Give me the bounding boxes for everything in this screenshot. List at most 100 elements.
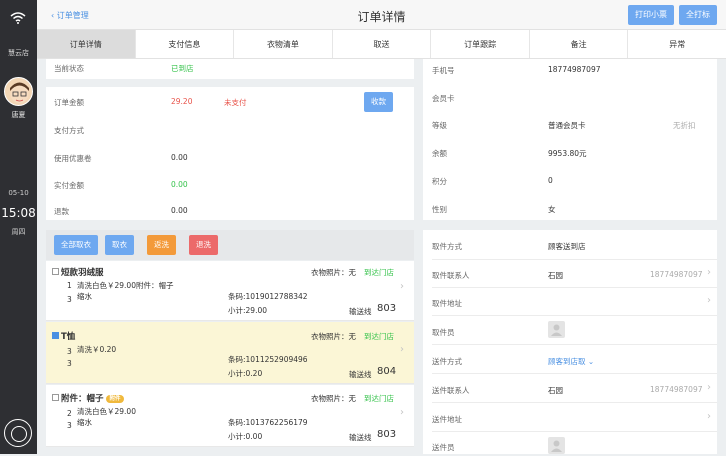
print-all-button[interactable]: 全打标 <box>679 5 717 25</box>
chevron-down-icon: ⌄ <box>587 357 595 366</box>
clothing-item[interactable]: T恤 衣物照片：无 到达门店 3 3 清洗￥0.20 条码:1011252909… <box>46 322 414 384</box>
item-qty-top: 2 <box>67 409 72 418</box>
item-photo: 衣物照片：无 <box>311 268 356 277</box>
item-status: 到达门店 <box>364 394 394 403</box>
balance-value: 9953.80元 <box>548 149 587 158</box>
item-desc-2: 缩水 <box>77 418 92 427</box>
gender-label: 性别 <box>432 205 447 214</box>
send-method-value: 顾客到店取 <box>548 357 586 366</box>
divider <box>432 315 717 316</box>
return-wash-button[interactable]: 退洗 <box>189 235 218 255</box>
chevron-right-icon: › <box>707 267 711 278</box>
collect-button[interactable]: 收款 <box>364 92 393 112</box>
user-name: 唐夏 <box>11 111 26 119</box>
divider <box>432 373 717 374</box>
take-all-button[interactable]: 全部取衣 <box>54 235 98 255</box>
pickup-contact-name: 石园 <box>548 271 563 280</box>
divider <box>432 431 717 432</box>
points-label: 积分 <box>432 177 447 186</box>
item-name-text: 附件：帽子 <box>61 394 104 404</box>
item-subtotal: 小计:0.20 <box>228 369 263 378</box>
member-card-label: 会员卡 <box>432 94 455 103</box>
level-label: 等级 <box>432 121 447 130</box>
left-rail: 慧云店 唐夏 05-10 15:08 周四 <box>0 0 37 454</box>
attachment-badge: 附件 <box>106 394 124 403</box>
phone-value: 18774987097 <box>548 65 601 74</box>
delivery-card: 取件方式 顾客送到店 取件联系人 石园 18774987097 › 取件地址 ›… <box>423 230 717 454</box>
gender-value: 女 <box>548 205 556 214</box>
actual-paid-value: 0.00 <box>171 180 188 189</box>
item-photo: 衣物照片：无 <box>311 332 356 341</box>
chevron-right-icon: › <box>400 407 404 418</box>
item-barcode: 条码:1011252909496 <box>228 355 308 364</box>
item-checkbox[interactable] <box>52 394 59 401</box>
chevron-right-icon: › <box>707 382 711 393</box>
clothing-item[interactable]: 短款羽绒服 衣物照片：无 到达门店 1 3 清洗白色￥29.00附件：帽子 缩水… <box>46 261 414 321</box>
item-photo: 衣物照片：无 <box>311 394 356 403</box>
coupon-label: 使用优惠卷 <box>54 154 92 163</box>
divider <box>432 287 717 288</box>
clock: 15:08 <box>1 206 36 220</box>
tab-clothes[interactable]: 衣物清单 <box>234 30 333 58</box>
tab-order-detail[interactable]: 订单详情 <box>37 30 136 58</box>
item-name: 附件：帽子 附件 <box>61 392 124 404</box>
item-qty-top: 3 <box>67 347 72 356</box>
item-line-number: 804 <box>377 366 397 377</box>
send-contact-name: 石园 <box>548 386 563 395</box>
item-barcode: 条码:1013762256179 <box>228 418 308 427</box>
refund-value: 0.00 <box>171 206 188 215</box>
pickup-staff-avatar-icon[interactable] <box>548 321 565 338</box>
pickup-method-label: 取件方式 <box>432 242 462 251</box>
item-name: T恤 <box>61 332 76 342</box>
take-button[interactable]: 取衣 <box>105 235 134 255</box>
tab-payment[interactable]: 支付信息 <box>136 30 235 58</box>
clothing-item[interactable]: 附件：帽子 附件 衣物照片：无 到达门店 2 3 清洗白色￥29.00 缩水 条… <box>46 385 414 447</box>
amount-value: 29.20 <box>171 97 193 106</box>
status-label: 当前状态 <box>54 64 84 73</box>
pickup-method-value: 顾客送到店 <box>548 242 586 251</box>
send-contact-label: 送件联系人 <box>432 386 470 395</box>
avatar[interactable] <box>4 77 33 106</box>
rewash-button[interactable]: 返洗 <box>147 235 176 255</box>
item-subtotal: 小计:29.00 <box>228 306 267 315</box>
date: 05-10 <box>8 189 29 197</box>
send-staff-label: 送件员 <box>432 443 455 452</box>
item-checkbox[interactable] <box>52 268 59 275</box>
tab-bar: 订单详情 支付信息 衣物清单 取送 订单跟踪 备注 异常 <box>37 30 726 59</box>
print-receipt-button[interactable]: 打印小票 <box>628 5 674 25</box>
status-card: 当前状态 已到店 <box>46 59 414 79</box>
chevron-right-icon: › <box>707 411 711 422</box>
send-method-select[interactable]: 顾客到店取 ⌄ <box>548 356 594 367</box>
item-desc: 清洗白色￥29.00附件：帽子 <box>77 281 174 290</box>
item-line-label: 输送线 <box>349 370 372 379</box>
tab-delivery[interactable]: 取送 <box>333 30 432 58</box>
chevron-right-icon: › <box>400 281 404 292</box>
item-qty-bottom: 3 <box>67 295 72 304</box>
chevron-right-icon: › <box>707 295 711 306</box>
item-desc-2: 缩水 <box>77 292 92 301</box>
tab-notes[interactable]: 备注 <box>530 30 629 58</box>
item-status: 到达门店 <box>364 268 394 277</box>
item-status: 到达门店 <box>364 332 394 341</box>
action-bar: 全部取衣 取衣 返洗 退洗 <box>46 230 414 260</box>
payment-summary-card: 订单金额 29.20 未支付 收款 支付方式 使用优惠卷 0.00 实付金额 0… <box>46 87 414 220</box>
home-button[interactable] <box>4 419 32 447</box>
item-checkbox[interactable] <box>52 332 59 339</box>
page-title: 订单详情 <box>357 10 406 24</box>
item-barcode: 条码:1019012788342 <box>228 292 308 301</box>
pickup-contact-phone[interactable]: 18774987097 <box>650 270 703 279</box>
level-value: 普通会员卡 <box>548 121 586 130</box>
item-qty-bottom: 3 <box>67 359 72 368</box>
pickup-staff-label: 取件员 <box>432 328 455 337</box>
item-subtotal: 小计:0.00 <box>228 432 263 441</box>
send-method-label: 送件方式 <box>432 357 462 366</box>
send-staff-avatar-icon[interactable] <box>548 437 565 454</box>
chevron-right-icon: › <box>400 344 404 355</box>
send-contact-phone[interactable]: 18774987097 <box>650 385 703 394</box>
discount-text: 无折扣 <box>673 121 696 130</box>
pickup-contact-label: 取件联系人 <box>432 271 470 280</box>
tab-tracking[interactable]: 订单跟踪 <box>431 30 530 58</box>
phone-label: 手机号 <box>432 66 455 75</box>
actual-paid-label: 实付金额 <box>54 181 84 190</box>
tab-exception[interactable]: 异常 <box>628 30 726 58</box>
